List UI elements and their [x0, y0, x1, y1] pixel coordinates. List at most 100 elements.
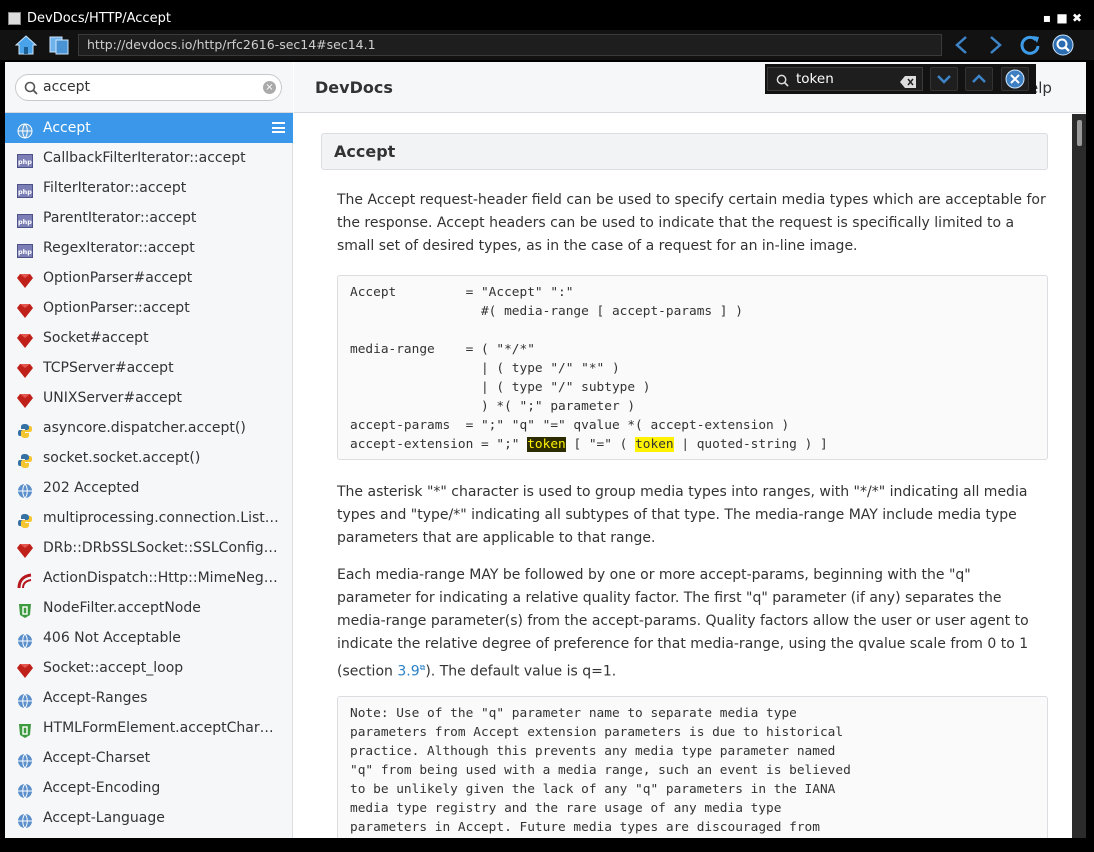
svg-text:php: php — [18, 218, 32, 226]
ruby-icon — [17, 330, 33, 348]
list-item-label: Accept-Language — [43, 810, 165, 826]
list-item[interactable]: socket.socket.accept() — [5, 443, 293, 473]
document: Accept The Accept request-header field c… — [294, 114, 1072, 838]
search-icon — [24, 80, 38, 99]
list-item[interactable]: OptionParser::accept — [5, 293, 293, 323]
list-item[interactable]: OptionParser#accept — [5, 263, 293, 293]
note-block: Note: Use of the "q" parameter name to s… — [337, 696, 1048, 838]
maximize-button[interactable]: ■ — [1055, 10, 1069, 26]
ruby-icon — [17, 300, 33, 318]
list-item[interactable]: Accept-Ranges — [5, 683, 293, 713]
list-item[interactable]: Accept-Charset — [5, 743, 293, 773]
code-line: media-range = ( "*/*" — [350, 342, 535, 357]
sidebar-header: accept × — [5, 62, 293, 113]
list-item-label: 406 Not Acceptable — [43, 630, 181, 646]
close-window-button[interactable]: ✖ — [1070, 10, 1084, 26]
http-globe-icon — [17, 690, 33, 709]
list-item[interactable]: Accept-Language — [5, 803, 293, 833]
find-next-button[interactable] — [930, 67, 958, 91]
back-icon[interactable] — [951, 34, 973, 56]
http-globe-icon — [17, 750, 33, 769]
list-item-label: FilterIterator::accept — [43, 180, 187, 196]
paragraph: The asterisk "*" character is used to gr… — [337, 484, 1028, 546]
section-link[interactable]: 3.9 — [397, 664, 419, 680]
list-item[interactable]: php FilterIterator::accept — [5, 173, 293, 203]
list-item[interactable]: multiprocessing.connection.Liste… — [5, 503, 293, 533]
list-item[interactable]: Socket::accept_loop — [5, 653, 293, 683]
code-line: | ( type "/" subtype ) — [350, 380, 651, 395]
find-input[interactable]: token — [767, 67, 923, 91]
rails-icon — [17, 570, 33, 589]
code-block: Accept = "Accept" ":" #( media-range [ a… — [337, 275, 1048, 460]
list-item[interactable]: HTMLFormElement.acceptCharset — [5, 713, 293, 743]
search-input[interactable]: accept × — [15, 74, 282, 101]
page-content: accept × Accept php CallbackFilterIterat… — [5, 62, 1086, 838]
list-item-label: UNIXServer#accept — [43, 390, 183, 406]
code-line: accept-params = ";" "q" "=" qvalue *( ac… — [350, 418, 790, 433]
list-item[interactable]: 406 Not Acceptable — [5, 623, 293, 653]
home-icon[interactable] — [14, 34, 38, 56]
list-item[interactable]: ActionDispatch::Http::MimeNego… — [5, 563, 293, 593]
svg-text:php: php — [18, 188, 32, 196]
php-icon: php — [17, 210, 33, 228]
clear-find-icon[interactable] — [900, 73, 916, 95]
list-item[interactable]: DRb::DRbSSLSocket::SSLConfig#a… — [5, 533, 293, 563]
search-results-list: Accept php CallbackFilterIterator::accep… — [5, 113, 293, 838]
url-bar[interactable]: http://devdocs.io/http/rfc2616-sec14#sec… — [78, 34, 942, 56]
close-find-button[interactable] — [1001, 67, 1029, 91]
list-item-label: RegexIterator::accept — [43, 240, 195, 256]
list-item[interactable]: NodeFilter.acceptNode — [5, 593, 293, 623]
dom-shield-icon — [17, 720, 33, 738]
dom-shield-icon — [17, 600, 33, 618]
ruby-icon — [17, 540, 33, 558]
main-scrollbar[interactable] — [1072, 114, 1086, 838]
php-icon: php — [17, 150, 33, 168]
http-globe-icon — [17, 630, 33, 649]
list-item[interactable]: php CallbackFilterIterator::accept — [5, 143, 293, 173]
match-highlight: token — [635, 437, 674, 452]
list-item[interactable]: Socket#accept — [5, 323, 293, 353]
python-icon — [17, 450, 33, 468]
search-input-value: accept — [43, 79, 90, 95]
list-item-label: 202 Accepted — [43, 480, 140, 496]
paragraph-text: ). The default value is q=1. — [425, 663, 617, 680]
browser-window: DevDocs/HTTP/Accept ▪ ■ ✖ http://devdocs… — [0, 0, 1094, 852]
main-scrollbar-thumb[interactable] — [1077, 120, 1082, 146]
forward-icon[interactable] — [984, 34, 1006, 56]
reload-icon[interactable] — [1019, 34, 1041, 56]
list-item[interactable]: asyncore.dispatcher.accept() — [5, 413, 293, 443]
page-title: Accept — [321, 133, 1048, 170]
list-item-label: Accept-Ranges — [43, 690, 148, 706]
code-line: accept-extension = ";" — [350, 437, 528, 452]
http-globe-icon — [17, 480, 33, 499]
http-globe-icon — [17, 780, 33, 799]
brand-link[interactable]: DevDocs — [315, 78, 393, 97]
search-engine-icon[interactable] — [1052, 34, 1074, 56]
window-title: DevDocs/HTTP/Accept — [27, 11, 171, 26]
sidebar: accept × Accept php CallbackFilterIterat… — [5, 62, 293, 838]
minimize-button[interactable]: ▪ — [1040, 10, 1054, 26]
code-line: ) *( ";" parameter ) — [350, 399, 636, 414]
list-item[interactable]: TCPServer#accept — [5, 353, 293, 383]
list-item-label: NodeFilter.acceptNode — [43, 600, 201, 616]
list-item[interactable]: php RegexIterator::accept — [5, 233, 293, 263]
http-globe-icon — [17, 810, 33, 829]
list-item[interactable]: php ParentIterator::accept — [5, 203, 293, 233]
php-icon: php — [17, 180, 33, 198]
svg-text:php: php — [18, 248, 32, 256]
bookmarks-icon[interactable] — [48, 34, 70, 56]
clear-search-icon[interactable]: × — [263, 81, 276, 94]
list-item[interactable]: UNIXServer#accept — [5, 383, 293, 413]
list-item[interactable]: 202 Accepted — [5, 473, 293, 503]
list-item-label: Accept — [43, 120, 91, 136]
code-line: #( media-range [ accept-params ] ) — [350, 304, 743, 319]
list-item[interactable]: Accept-Encoding — [5, 773, 293, 803]
menu-icon[interactable] — [272, 122, 285, 133]
paragraph: Each media-range MAY be followed by one … — [337, 564, 1047, 684]
list-item-label: ActionDispatch::Http::MimeNego… — [43, 570, 279, 586]
list-item-active[interactable]: Accept — [5, 113, 293, 143]
ruby-icon — [17, 660, 33, 678]
svg-text:php: php — [18, 158, 32, 166]
list-item-label: multiprocessing.connection.Liste… — [43, 510, 279, 526]
find-previous-button[interactable] — [965, 67, 993, 91]
